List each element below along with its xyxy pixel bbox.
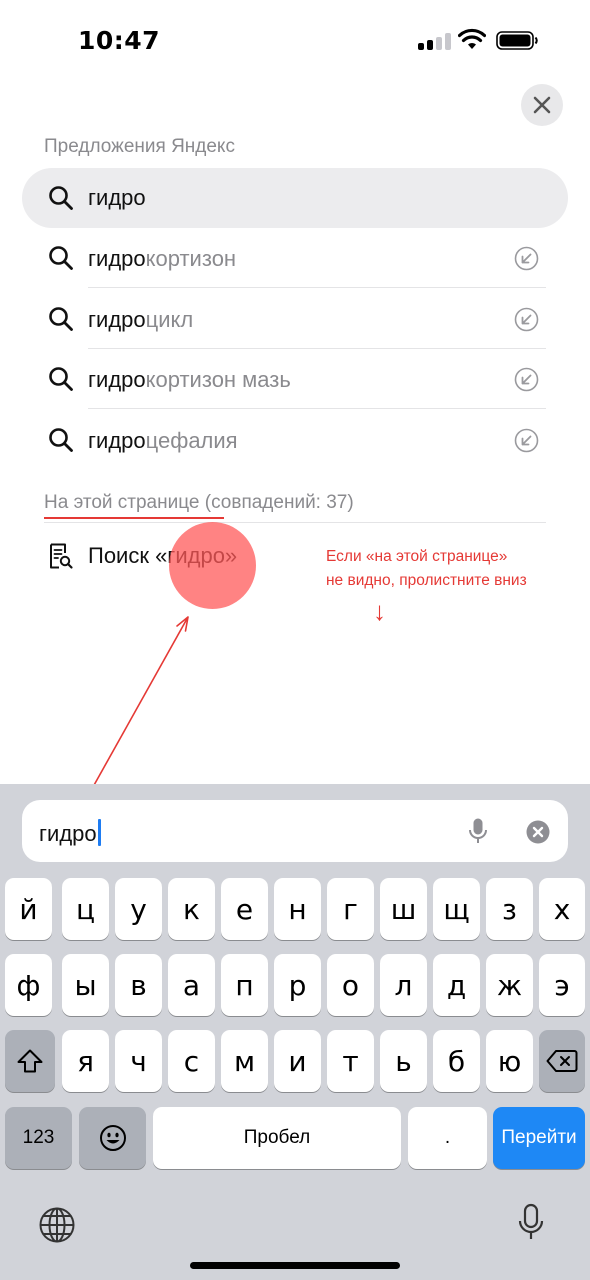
cellular-signal-icon — [418, 33, 452, 50]
suggestion-text: гидрокортизон — [88, 246, 237, 271]
space-key[interactable]: Пробел — [153, 1107, 401, 1169]
row-divider — [88, 408, 546, 409]
search-icon — [49, 367, 73, 391]
key[interactable]: л — [380, 954, 427, 1016]
key[interactable]: о — [327, 954, 374, 1016]
text-caret — [97, 819, 101, 846]
key[interactable]: п — [221, 954, 268, 1016]
suggestion-row[interactable]: гидроцикл — [0, 289, 590, 349]
search-icon — [49, 307, 73, 331]
key[interactable]: й — [5, 878, 52, 940]
globe-icon[interactable] — [38, 1206, 76, 1244]
key[interactable]: я — [62, 1030, 109, 1092]
suggestion-text: гидроцикл — [88, 307, 194, 332]
key[interactable]: г — [327, 878, 374, 940]
section-divider — [44, 522, 546, 523]
search-icon — [49, 186, 73, 210]
key[interactable]: ь — [380, 1030, 427, 1092]
backspace-key[interactable] — [539, 1030, 585, 1092]
home-indicator — [190, 1262, 400, 1269]
query-suggestion-row[interactable]: гидро — [22, 168, 568, 228]
query-suggestion-text: гидро — [88, 185, 146, 210]
shift-icon — [17, 1049, 43, 1073]
status-bar: 10:47 — [0, 0, 590, 80]
key[interactable]: ю — [486, 1030, 533, 1092]
microphone-icon[interactable] — [468, 817, 488, 845]
numbers-key[interactable]: 123 — [5, 1107, 72, 1169]
key[interactable]: ж — [486, 954, 533, 1016]
battery-icon — [496, 31, 538, 50]
annotation-down-arrow: ↓ — [373, 596, 386, 626]
shift-key[interactable] — [5, 1030, 55, 1092]
period-key[interactable]: . — [408, 1107, 487, 1169]
key[interactable]: з — [486, 878, 533, 940]
key[interactable]: т — [327, 1030, 374, 1092]
key[interactable]: д — [433, 954, 480, 1016]
key[interactable]: ц — [62, 878, 109, 940]
close-button[interactable] — [521, 84, 563, 126]
annotation-note: Если «на этой странице» не видно, пролис… — [326, 545, 576, 629]
suggestions-section-title: Предложения Яндекс — [44, 136, 235, 157]
keyboard: гидро й ц у к е н г ш щ з х ф ы в а п р … — [0, 784, 590, 1280]
key[interactable]: р — [274, 954, 321, 1016]
key[interactable]: ш — [380, 878, 427, 940]
key[interactable]: в — [115, 954, 162, 1016]
go-key[interactable]: Перейти — [493, 1107, 585, 1169]
annotation-line: не видно, пролистните вниз — [326, 572, 527, 589]
suggestion-text: гидроцефалия — [88, 428, 238, 453]
suggestion-row[interactable]: гидрокортизон мазь — [0, 349, 590, 409]
suggestion-row[interactable]: гидроцефалия — [0, 410, 590, 470]
dictation-mic-icon[interactable] — [518, 1203, 544, 1243]
clear-input-icon[interactable] — [526, 820, 550, 844]
key[interactable]: у — [115, 878, 162, 940]
key[interactable]: м — [221, 1030, 268, 1092]
wifi-icon — [458, 28, 486, 49]
fill-query-arrow-icon[interactable] — [514, 367, 539, 392]
row-divider — [88, 287, 546, 288]
search-icon — [49, 246, 73, 270]
key[interactable]: ы — [62, 954, 109, 1016]
close-icon — [533, 96, 551, 114]
key[interactable]: щ — [433, 878, 480, 940]
address-input-text[interactable]: гидро — [39, 819, 101, 847]
fill-query-arrow-icon[interactable] — [514, 246, 539, 271]
key[interactable]: б — [433, 1030, 480, 1092]
find-in-page-icon — [50, 543, 73, 569]
key[interactable]: ч — [115, 1030, 162, 1092]
suggestion-row[interactable]: гидрокортизон — [0, 228, 590, 288]
key[interactable]: е — [221, 878, 268, 940]
key[interactable]: э — [539, 954, 585, 1016]
status-time: 10:47 — [78, 26, 161, 55]
suggestion-text: гидрокортизон мазь — [88, 367, 291, 392]
annotation-underline — [44, 517, 224, 519]
on-page-section-title: На этой странице (совпадений: 37) — [44, 492, 354, 513]
key[interactable]: а — [168, 954, 215, 1016]
key[interactable]: ф — [5, 954, 52, 1016]
key[interactable]: н — [274, 878, 321, 940]
key[interactable]: с — [168, 1030, 215, 1092]
key[interactable]: к — [168, 878, 215, 940]
key[interactable]: и — [274, 1030, 321, 1092]
tap-marker — [169, 522, 256, 609]
emoji-key[interactable] — [79, 1107, 146, 1169]
backspace-icon — [546, 1050, 578, 1072]
fill-query-arrow-icon[interactable] — [514, 307, 539, 332]
emoji-icon — [99, 1125, 126, 1151]
address-input[interactable]: гидро — [22, 800, 568, 862]
search-icon — [49, 428, 73, 452]
fill-query-arrow-icon[interactable] — [514, 428, 539, 453]
annotation-line: Если «на этой странице» — [326, 548, 508, 565]
key[interactable]: х — [539, 878, 585, 940]
